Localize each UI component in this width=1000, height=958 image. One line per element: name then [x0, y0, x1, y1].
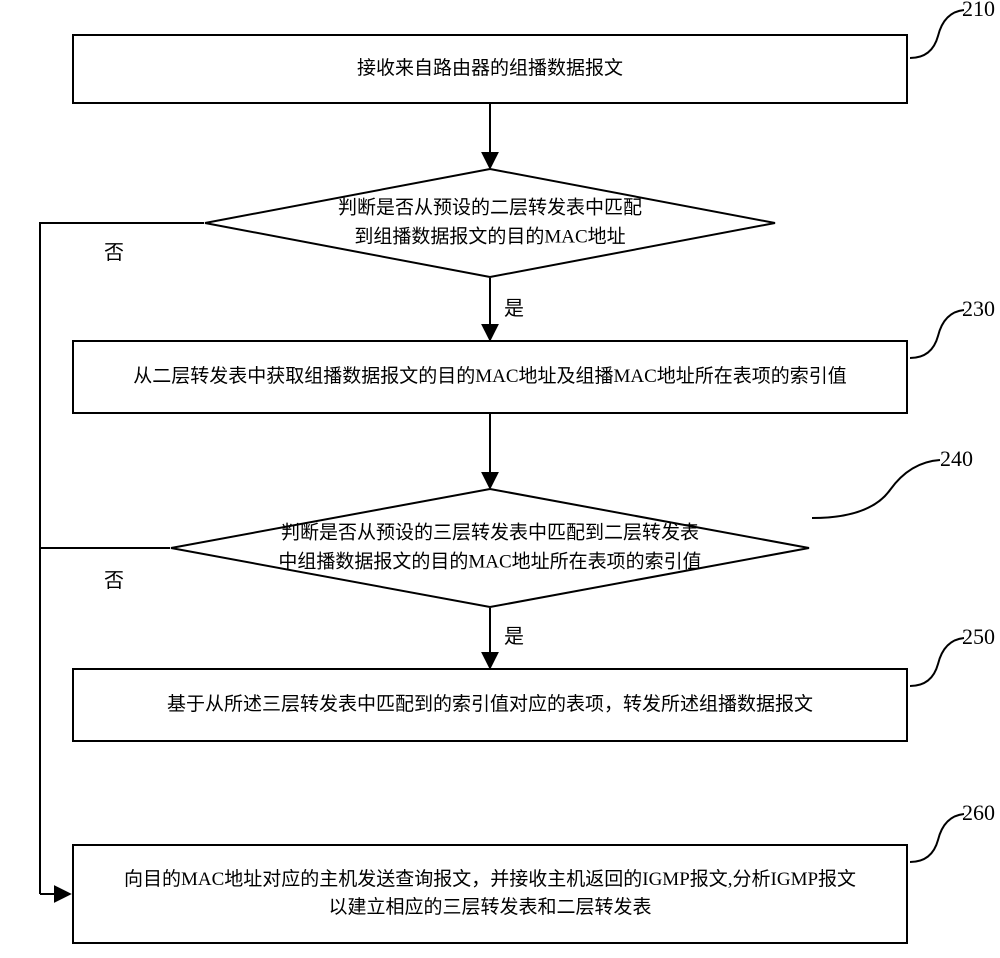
step-240-text: 判断是否从预设的三层转发表中匹配到二层转发表中组播数据报文的目的MAC地址所在表… — [202, 520, 778, 577]
flowchart-canvas: 接收来自路由器的组播数据报文 210 判断是否从预设的二层转发表中匹配到组播数据… — [0, 0, 1000, 958]
label-220-yes: 是 — [504, 292, 524, 321]
step-230-text: 从二层转发表中获取组播数据报文的目的MAC地址及组播MAC地址所在表项的索引值 — [133, 363, 847, 392]
step-210-box: 接收来自路由器的组播数据报文 — [72, 34, 908, 104]
step-250-box: 基于从所述三层转发表中匹配到的索引值对应的表项，转发所述组播数据报文 — [72, 668, 908, 742]
step-250-callout: 250 — [908, 628, 988, 688]
step-220-decision: 判断是否从预设的二层转发表中匹配到组播数据报文的目的MAC地址 — [204, 168, 776, 278]
step-210-number: 210 — [962, 0, 995, 22]
step-240-callout: 240 — [810, 450, 970, 520]
step-260-box: 向目的MAC地址对应的主机发送查询报文，并接收主机返回的IGMP报文,分析IGM… — [72, 844, 908, 944]
step-230-number: 230 — [962, 296, 995, 322]
step-240-decision: 判断是否从预设的三层转发表中匹配到二层转发表中组播数据报文的目的MAC地址所在表… — [170, 488, 810, 608]
step-220-text: 判断是否从预设的二层转发表中匹配到组播数据报文的目的MAC地址 — [233, 195, 748, 252]
label-240-yes: 是 — [504, 620, 524, 649]
step-230-box: 从二层转发表中获取组播数据报文的目的MAC地址及组播MAC地址所在表项的索引值 — [72, 340, 908, 414]
step-250-number: 250 — [962, 624, 995, 650]
step-260-callout: 260 — [908, 804, 988, 864]
step-210-callout: 210 — [908, 0, 988, 60]
step-260-text: 向目的MAC地址对应的主机发送查询报文，并接收主机返回的IGMP报文,分析IGM… — [124, 866, 856, 923]
step-230-callout: 230 — [908, 300, 988, 360]
label-220-no: 否 — [104, 236, 124, 265]
step-210-text: 接收来自路由器的组播数据报文 — [357, 55, 623, 84]
step-240-number: 240 — [940, 446, 973, 472]
step-260-number: 260 — [962, 800, 995, 826]
label-240-no: 否 — [104, 564, 124, 593]
step-250-text: 基于从所述三层转发表中匹配到的索引值对应的表项，转发所述组播数据报文 — [167, 691, 813, 720]
